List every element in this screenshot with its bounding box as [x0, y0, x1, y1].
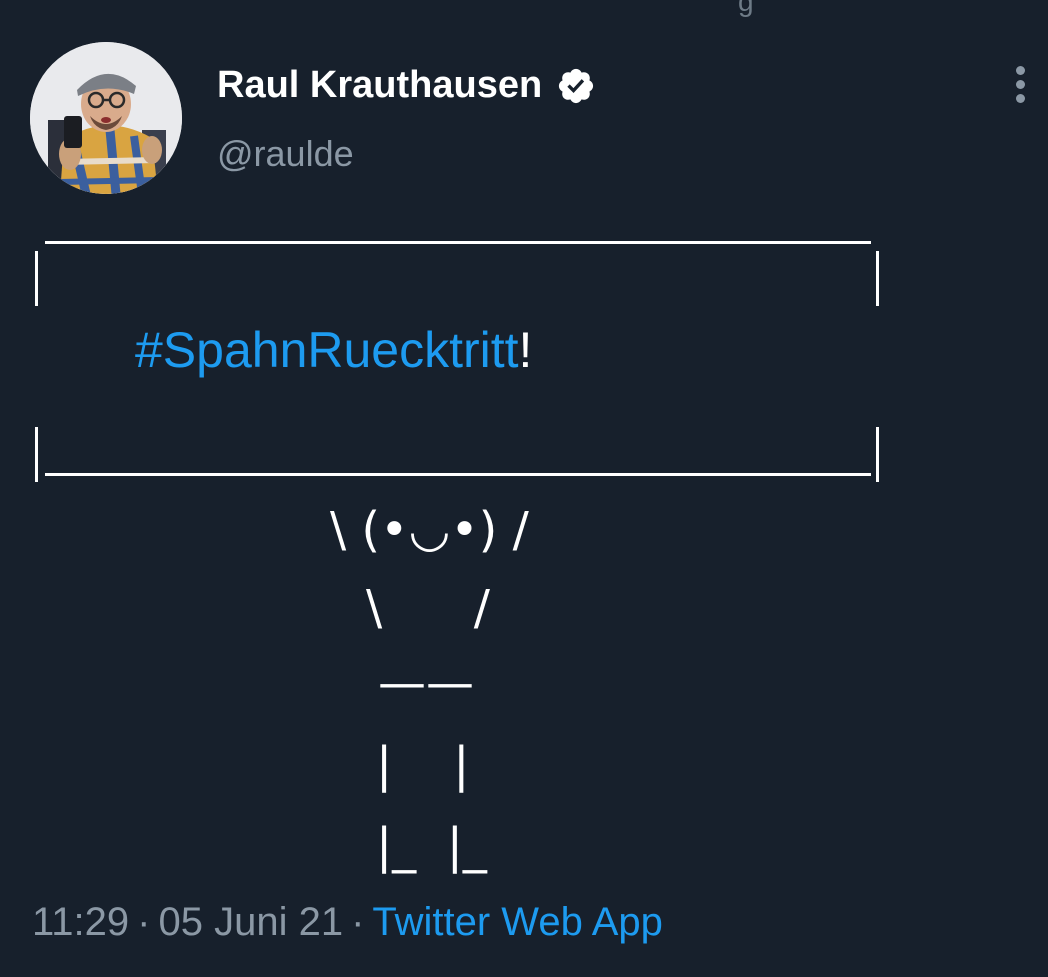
tweet-date: 05 Juni 21: [158, 900, 344, 944]
sign-left-border-top: [35, 251, 38, 306]
tweet-time: 11:29: [32, 900, 130, 944]
sign-right-border-bottom: [876, 427, 879, 482]
tweet-hashtag-line: #SpahnRuecktritt!: [135, 321, 532, 379]
author-display-name-row[interactable]: Raul Krauthausen: [217, 64, 596, 107]
cut-off-header-text: g: [738, 0, 754, 17]
tweet-source-link[interactable]: Twitter Web App: [372, 900, 663, 944]
meta-separator: ·: [137, 900, 151, 944]
ascii-waist-line: ——: [378, 655, 474, 711]
hashtag-suffix: !: [518, 322, 533, 378]
verified-badge-icon: [559, 68, 594, 103]
more-vertical-icon[interactable]: [1006, 66, 1034, 110]
sign-bottom-border: [45, 473, 871, 476]
tweet-detail-view: g Raul Krauthausen @raulde #SpahnRuecktr…: [0, 0, 1048, 977]
ascii-face-line: \ (•◡•) /: [330, 502, 529, 558]
sign-top-border: [45, 241, 871, 244]
author-handle[interactable]: @raulde: [217, 133, 354, 175]
avatar[interactable]: [30, 42, 182, 194]
ascii-feet-line: |_ |_: [376, 818, 487, 874]
hashtag-link[interactable]: #SpahnRuecktritt: [135, 322, 519, 378]
ascii-arms-line: \ /: [366, 580, 490, 636]
meta-separator-2: ·: [351, 900, 365, 944]
tweet-metadata: 11:29 · 05 Juni 21 · Twitter Web App: [32, 900, 663, 945]
ascii-legs-line: | |: [376, 737, 470, 793]
avatar-photo: [30, 42, 182, 194]
author-display-name[interactable]: Raul Krauthausen: [217, 64, 542, 107]
sign-left-border-bottom: [35, 427, 38, 482]
sign-right-border-top: [876, 251, 879, 306]
